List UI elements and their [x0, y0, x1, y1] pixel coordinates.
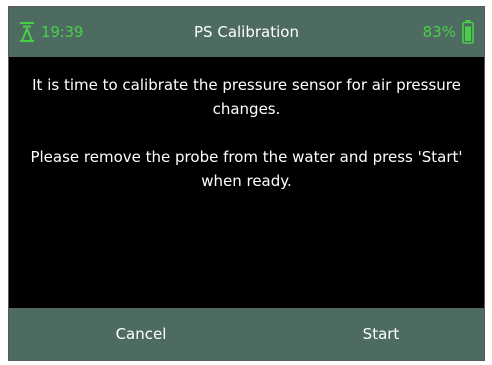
- message-paragraph-1: It is time to calibrate the pressure sen…: [32, 76, 461, 118]
- screen-title: PS Calibration: [194, 23, 299, 41]
- status-bar: 19:39 PS Calibration 83%: [9, 7, 484, 57]
- status-right: 83%: [423, 7, 474, 57]
- message-paragraph-2: Please remove the probe from the water a…: [30, 148, 463, 190]
- battery-icon: [462, 20, 474, 44]
- device-screen: 19:39 PS Calibration 83% It is time to c…: [8, 6, 485, 361]
- cancel-button[interactable]: Cancel: [61, 308, 221, 360]
- calibration-message: It is time to calibrate the pressure sen…: [29, 73, 464, 217]
- softkey-bar: Cancel Start: [9, 308, 484, 360]
- battery-percent: 83%: [422, 23, 456, 41]
- start-button[interactable]: Start: [301, 308, 461, 360]
